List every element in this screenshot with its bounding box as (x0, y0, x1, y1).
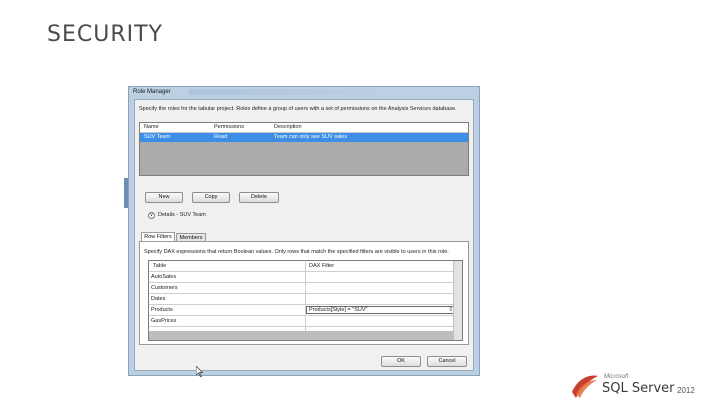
roles-header: Name Permissions Description (140, 123, 468, 133)
cancel-button[interactable]: Cancel (427, 356, 467, 367)
filter-table-name: Products (151, 307, 173, 313)
role-permissions: Read (214, 134, 228, 140)
dialog-title: Role Manager (133, 89, 171, 95)
filter-table-name: Customers (151, 285, 178, 291)
col-name: Name (144, 124, 159, 130)
vertical-scrollbar[interactable] (453, 261, 462, 340)
expand-icon[interactable]: ∨ (148, 212, 155, 219)
table-row[interactable]: SUV Team Read Team can only see SUV sale… (140, 133, 468, 142)
row-filters-panel: Specify DAX expressions that return Bool… (139, 241, 469, 345)
role-manager-dialog: Role Manager Specify the roles for the t… (128, 86, 480, 377)
logo-year: 2012 (677, 386, 695, 395)
sql-server-logo-icon (572, 375, 598, 398)
ok-button[interactable]: OK (381, 356, 421, 367)
grid-empty-area (149, 331, 462, 340)
sql-server-logo: Microsoft SQL Server 2012 (570, 372, 700, 402)
filter-grid[interactable]: Table DAX Filter AutoSales Customers Dat… (148, 260, 463, 341)
col-dax-filter: DAX Filter (309, 263, 335, 269)
row-filters-description: Specify DAX expressions that return Bool… (144, 249, 449, 255)
new-button[interactable]: New (145, 192, 183, 203)
filter-table-name: AutoSales (151, 274, 177, 280)
dax-filter-input[interactable]: Products[Style] = "SUV" ⇕ (306, 306, 456, 314)
details-label: Details - SUV Team (158, 212, 206, 218)
copy-button[interactable]: Copy (192, 192, 230, 203)
dax-filter-value: Products[Style] = "SUV" (309, 307, 368, 313)
dialog-body: Specify the roles for the tabular projec… (134, 99, 474, 377)
col-permissions: Permissions (214, 124, 244, 130)
role-name: SUV Team (144, 134, 171, 140)
role-description: Team can only see SUV sales (274, 134, 348, 140)
column-divider (305, 261, 306, 331)
col-description: Description (274, 124, 302, 130)
roles-description: Specify the roles for the tabular projec… (139, 106, 457, 112)
delete-button[interactable]: Delete (239, 192, 279, 203)
roles-grid[interactable]: Name Permissions Description SUV Team Re… (139, 122, 469, 176)
slide-title: SECURITY (47, 22, 163, 47)
logo-company: Microsoft (604, 374, 629, 380)
col-table: Table (153, 263, 167, 269)
logo-product: SQL Server (602, 381, 675, 396)
mouse-pointer-icon (196, 366, 204, 377)
filter-table-name: Dates (151, 296, 166, 302)
filter-table-name: GasPrices (151, 318, 177, 324)
title-bar-tabs (189, 89, 389, 95)
